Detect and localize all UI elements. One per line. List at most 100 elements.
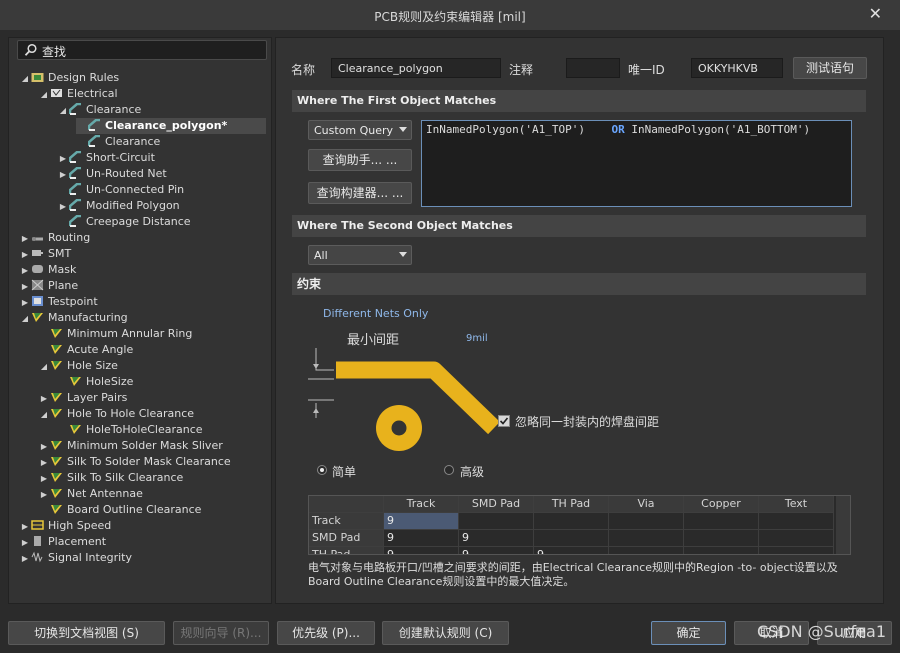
tree-item[interactable]: ◢ Design Rules: [19, 70, 119, 86]
rule-icon: [31, 279, 44, 291]
ignore-pads-checkbox[interactable]: [498, 415, 510, 427]
advanced-radio[interactable]: [444, 465, 454, 475]
matrix-cell[interactable]: [759, 547, 834, 554]
expand-right-icon[interactable]: ▶: [38, 471, 50, 487]
simple-radio[interactable]: [317, 465, 327, 475]
expand-right-icon[interactable]: ▶: [19, 231, 31, 247]
tree-item[interactable]: ◢ Hole Size: [38, 358, 118, 374]
tree-item[interactable]: ◢ Electrical: [38, 86, 118, 102]
matrix-cell[interactable]: 9: [459, 530, 534, 547]
tree-item[interactable]: ▶ Routing: [19, 230, 90, 246]
ok-button[interactable]: 确定: [651, 621, 726, 645]
query-builder-button[interactable]: 查询构建器... ...: [308, 182, 412, 204]
expand-right-icon[interactable]: ▶: [19, 535, 31, 551]
matrix-cell[interactable]: [759, 513, 834, 530]
matrix-cell[interactable]: [609, 547, 684, 554]
expand-right-icon[interactable]: ▶: [57, 151, 69, 167]
tree-item[interactable]: Board Outline Clearance: [38, 502, 201, 518]
expand-right-icon[interactable]: ▶: [38, 455, 50, 471]
clearance-matrix[interactable]: Track SMD Pad TH Pad Via Copper Text Track 9 SMD…: [308, 495, 851, 555]
tree-item-label: Silk To Silk Clearance: [67, 471, 184, 484]
rule-wizard-button[interactable]: 规则向导 (R)...: [173, 621, 269, 645]
matrix-cell[interactable]: [684, 530, 759, 547]
document-view-button[interactable]: 切换到文档视图 (S): [8, 621, 165, 645]
tree-item[interactable]: ▶ High Speed: [19, 518, 111, 534]
expand-right-icon[interactable]: ▶: [38, 439, 50, 455]
matrix-cell[interactable]: 9: [384, 530, 459, 547]
expand-right-icon[interactable]: ▶: [38, 391, 50, 407]
tree-item[interactable]: ▶ Signal Integrity: [19, 550, 132, 566]
tree-item[interactable]: Minimum Annular Ring: [38, 326, 192, 342]
tree-item[interactable]: ▶ Placement: [19, 534, 106, 550]
tree-item[interactable]: ◢ Clearance: [57, 102, 141, 118]
matrix-row-header: SMD Pad: [309, 530, 384, 547]
tree-item[interactable]: ▶ Un-Routed Net: [57, 166, 167, 182]
matrix-cell[interactable]: [684, 547, 759, 554]
expand-down-icon[interactable]: ◢: [57, 103, 69, 119]
tree-item[interactable]: ▶ Silk To Silk Clearance: [38, 470, 183, 486]
expand-right-icon[interactable]: ▶: [57, 199, 69, 215]
matrix-cell[interactable]: [609, 513, 684, 530]
matrix-cell[interactable]: [609, 530, 684, 547]
tree-item[interactable]: ▶ Layer Pairs: [38, 390, 127, 406]
matrix-cell[interactable]: [759, 530, 834, 547]
matrix-cell[interactable]: 9: [384, 547, 459, 554]
min-clearance-value[interactable]: 9mil: [466, 333, 488, 344]
tree-item[interactable]: ◢ Hole To Hole Clearance: [38, 406, 194, 422]
tree-item[interactable]: ▶ SMT: [19, 246, 71, 262]
tree-item[interactable]: ▶ Net Antennae: [38, 486, 143, 502]
create-default-rules-button[interactable]: 创建默认规则 (C): [382, 621, 509, 645]
tree-item[interactable]: HoleSize: [57, 374, 133, 390]
expand-down-icon[interactable]: ◢: [19, 311, 31, 327]
tree-item[interactable]: ▶ Minimum Solder Mask Sliver: [38, 438, 223, 454]
test-query-button[interactable]: 测试语句: [793, 57, 867, 79]
name-field[interactable]: Clearance_polygon: [331, 58, 501, 78]
expand-right-icon[interactable]: ▶: [57, 167, 69, 183]
expand-right-icon[interactable]: ▶: [19, 279, 31, 295]
expand-down-icon[interactable]: ◢: [19, 71, 31, 87]
tree-item[interactable]: Acute Angle: [38, 342, 133, 358]
tree-item[interactable]: ▶ Modified Polygon: [57, 198, 180, 214]
tree-item[interactable]: Creepage Distance: [57, 214, 191, 230]
tree-item[interactable]: Clearance_polygon*: [76, 118, 266, 134]
tree-item[interactable]: ◢ Manufacturing: [19, 310, 128, 326]
rule-icon: [32, 265, 43, 273]
search-box[interactable]: 查找: [17, 40, 267, 60]
tree-item[interactable]: Un-Connected Pin: [57, 182, 184, 198]
tree-item[interactable]: ▶ Mask: [19, 262, 76, 278]
matrix-cell[interactable]: [459, 513, 534, 530]
tree-item[interactable]: HoleToHoleClearance: [57, 422, 203, 438]
matrix-cell[interactable]: [534, 530, 609, 547]
net-mode-label[interactable]: Different Nets Only: [323, 307, 428, 320]
matrix-cell[interactable]: [684, 513, 759, 530]
comment-field[interactable]: [566, 58, 620, 78]
tree-item[interactable]: ▶ Short-Circuit: [57, 150, 155, 166]
expand-down-icon[interactable]: ◢: [38, 407, 50, 423]
expand-right-icon[interactable]: ▶: [19, 263, 31, 279]
expand-down-icon[interactable]: ◢: [38, 87, 50, 103]
matrix-scrollbar[interactable]: [836, 496, 850, 554]
matrix-cell[interactable]: 9: [459, 547, 534, 554]
expand-right-icon[interactable]: ▶: [19, 295, 31, 311]
query-assistant-button[interactable]: 查询助手... ...: [308, 149, 412, 171]
query-editor[interactable]: InNamedPolygon('A1_TOP') OR InNamedPolyg…: [421, 120, 852, 207]
uid-field[interactable]: OKKYHKVB: [691, 58, 783, 78]
expand-right-icon[interactable]: ▶: [19, 247, 31, 263]
tree-item[interactable]: Clearance: [76, 134, 160, 150]
tree-item[interactable]: ▶ Plane: [19, 278, 78, 294]
matrix-cell[interactable]: 9: [384, 513, 459, 530]
expand-right-icon[interactable]: ▶: [19, 519, 31, 535]
tree-item[interactable]: ▶ Testpoint: [19, 294, 98, 310]
rule-icon: [31, 73, 44, 82]
matrix-cell[interactable]: [534, 513, 609, 530]
priority-button[interactable]: 优先级 (P)...: [277, 621, 375, 645]
expand-down-icon[interactable]: ◢: [38, 359, 50, 375]
close-icon[interactable]: ✕: [869, 4, 882, 23]
expand-right-icon[interactable]: ▶: [38, 487, 50, 503]
second-match-combo[interactable]: All: [308, 245, 412, 265]
matrix-cell[interactable]: 9: [534, 547, 609, 554]
first-match-combo[interactable]: Custom Query: [308, 120, 412, 140]
tree-item[interactable]: ▶ Silk To Solder Mask Clearance: [38, 454, 231, 470]
rule-icon: [32, 237, 43, 241]
expand-right-icon[interactable]: ▶: [19, 551, 31, 567]
